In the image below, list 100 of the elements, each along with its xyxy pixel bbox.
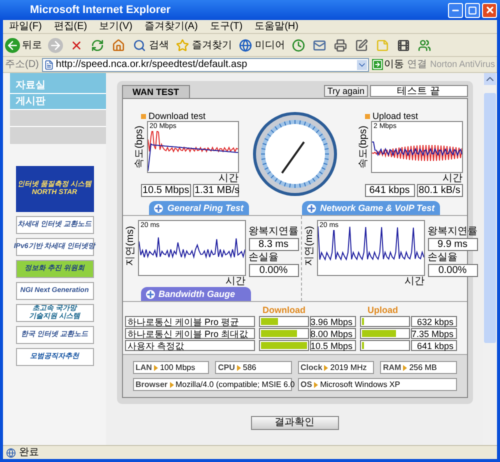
plus-icon: [307, 204, 316, 212]
star-icon: [175, 38, 190, 52]
print-icon: [333, 38, 348, 52]
maximize-icon: [468, 6, 477, 14]
value-field: 1.31 MB/s: [192, 184, 238, 197]
chart-title: Upload test: [372, 111, 418, 121]
menu-item[interactable]: 파일(F): [9, 20, 42, 32]
result-button[interactable]: 결과확인: [250, 416, 338, 430]
plus-icon: [146, 290, 154, 298]
row-label: 사용자 측정값: [124, 340, 254, 351]
menu-item[interactable]: 도움말(H): [254, 20, 298, 32]
info-value: Microsoft Windows XP: [320, 378, 400, 390]
x-axis-label: 시간: [226, 276, 246, 287]
address-text: http://speed.nca.or.kr/speedtest/default.asp: [56, 58, 248, 70]
value-field: 8.00 Mbps: [310, 328, 356, 339]
value-field: 80.1 kB/s: [416, 184, 462, 197]
go-button[interactable]: 이동: [372, 57, 404, 72]
y-axis-label: 지연(ms): [124, 225, 136, 268]
info-label: CPU: [218, 362, 235, 374]
refresh-icon: [90, 38, 105, 52]
value-field: 641 kbps: [364, 184, 414, 197]
field-label: 왕복지연률: [428, 226, 478, 238]
section-title: General Ping Test: [167, 202, 244, 214]
field-label: 왕복지연률: [248, 226, 298, 238]
section-title: Network Game & VoIP Test: [320, 202, 435, 214]
minimize-button[interactable]: [448, 2, 463, 18]
value-field: 7.35 Mbps: [410, 328, 456, 339]
value-field: 9.9 ms: [428, 238, 478, 251]
status-field: 테스트 끝: [370, 85, 468, 97]
status-text: 완료: [19, 446, 39, 458]
home-icon: [111, 38, 126, 52]
go-icon: [372, 59, 384, 70]
field-label: 손실율: [248, 252, 280, 264]
links-label[interactable]: 연결: [407, 57, 428, 72]
menu-item[interactable]: 즐겨찾기(A): [144, 20, 198, 32]
x-axis-label: 시간: [442, 173, 462, 184]
arrow-icon: [403, 364, 408, 370]
toolbar-button[interactable]: 즐겨찾기: [175, 38, 232, 52]
info-label: OS: [300, 378, 312, 390]
toolbar-button[interactable]: 미디어: [238, 38, 285, 52]
forward-icon: [48, 38, 63, 52]
row-label: 하나로통신 케이블 Pro 최대값: [124, 328, 254, 339]
film-icon: [396, 38, 411, 52]
people-icon: [417, 38, 432, 52]
x-axis-label: 시간: [404, 276, 424, 287]
info-value: Mozilla/4.0 (compatible; MSIE 6.0: [176, 378, 295, 390]
address-field[interactable]: http://speed.nca.or.kr/speedtest/default.asp: [42, 58, 370, 72]
value-field: 8.3 ms: [248, 238, 298, 251]
window-title: Microsoft Internet Explorer: [30, 2, 172, 18]
toolbar-button[interactable]: 뒤로: [5, 38, 42, 52]
globe-icon: [238, 38, 253, 52]
toolbar-button[interactable]: [396, 38, 411, 52]
arrow-icon: [154, 364, 158, 370]
row-label: 하나로통신 케이블 Pro 평균: [124, 316, 254, 327]
column-header: Upload: [366, 305, 398, 315]
toolbar-button[interactable]: 검색: [132, 38, 169, 52]
dropdown-icon: [357, 60, 368, 70]
toolbar-button[interactable]: [333, 38, 348, 52]
tab[interactable]: WAN TEST: [122, 85, 190, 98]
arrow-icon: [314, 382, 318, 388]
x-axis-label: 시간: [218, 173, 238, 184]
chart-title: Download test: [148, 111, 206, 121]
arrow-icon: [170, 382, 174, 388]
scrollbar-thumb[interactable]: [484, 93, 496, 343]
info-value: 100 Mbps: [160, 362, 196, 374]
try-again-button[interactable]: Try again: [324, 85, 368, 97]
y-axis-label: 속도(bps): [358, 124, 370, 170]
menu-item[interactable]: 도구(T): [210, 20, 243, 32]
back-icon: [5, 38, 20, 52]
value-field: 632 kbps: [410, 316, 456, 327]
plus-icon: [154, 204, 164, 212]
arrow-icon: [324, 364, 328, 370]
info-label: Browser: [136, 378, 168, 390]
value-field: 10.5 Mbps: [140, 184, 190, 197]
value-field: 3.96 Mbps: [310, 316, 356, 327]
note-icon: [375, 38, 390, 52]
info-label: RAM: [383, 362, 402, 374]
value-field: 0.00%: [428, 264, 478, 277]
toolbar-button[interactable]: [312, 38, 327, 52]
toolbar-button[interactable]: [354, 38, 369, 52]
value-field: 0.00%: [248, 264, 298, 277]
clock-icon: [291, 38, 306, 52]
column-header: Download: [262, 305, 306, 315]
bullet-icon: [364, 114, 370, 118]
value-field: 10.5 Mbps: [310, 340, 356, 351]
menu-item[interactable]: 보기(V): [99, 20, 132, 32]
scroll-up-icon[interactable]: [484, 73, 496, 85]
section-title: Bandwidth Gauge: [158, 288, 235, 300]
info-value: 2019 MHz: [330, 362, 367, 374]
edit-icon: [354, 38, 369, 52]
info-label: Clock: [300, 362, 322, 374]
close-button[interactable]: [482, 2, 497, 18]
close-icon: [484, 5, 494, 15]
maximize-button[interactable]: [465, 2, 480, 18]
menu-item[interactable]: 편집(E): [54, 20, 88, 32]
search-icon: [132, 38, 147, 52]
y-axis-label: 속도(bps): [134, 124, 146, 170]
mail-icon: [312, 38, 327, 52]
address-label: 주소(D): [5, 58, 39, 72]
field-label: 손실율: [428, 252, 458, 264]
